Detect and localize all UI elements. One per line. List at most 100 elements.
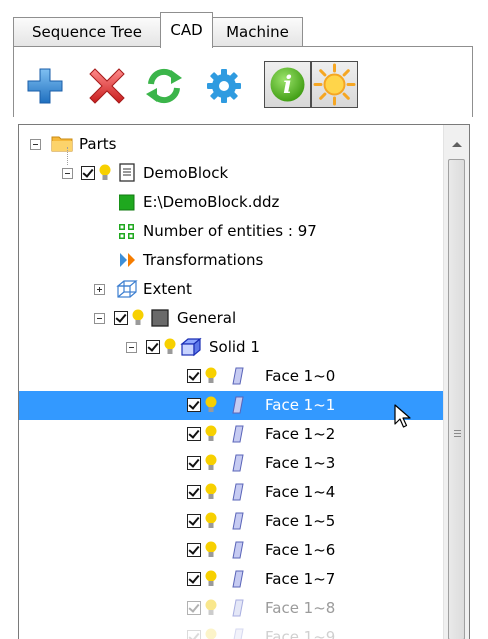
delete-icon (89, 68, 125, 104)
lightbulb-icon[interactable] (205, 395, 217, 415)
lightbulb-icon[interactable] (205, 569, 217, 589)
lightbulb-icon[interactable] (205, 540, 217, 560)
visibility-checkbox[interactable] (187, 630, 201, 639)
tree-node-label: Face 1~7 (265, 570, 336, 588)
lightbulb-icon[interactable] (205, 627, 217, 639)
visibility-checkbox[interactable] (146, 340, 160, 354)
thumb-grip (454, 430, 461, 431)
tab-machine[interactable]: Machine (212, 17, 303, 47)
tree-node-face[interactable]: Face 1~3 (19, 449, 444, 478)
tab-sequence-tree[interactable]: Sequence Tree (13, 17, 161, 47)
visibility-checkbox[interactable] (187, 543, 201, 557)
mouse-cursor-icon (394, 404, 411, 428)
refresh-button[interactable] (144, 66, 184, 106)
tree-node-face[interactable]: Face 1~0 (19, 362, 444, 391)
collapse-toggle[interactable] (62, 168, 73, 179)
toolbar: i (13, 47, 473, 117)
visibility-checkbox[interactable] (187, 514, 201, 528)
tree-node-face-selected[interactable]: Face 1~1 (19, 391, 444, 420)
collapse-toggle[interactable] (30, 139, 41, 150)
visibility-checkbox[interactable] (114, 311, 128, 325)
face-icon (232, 367, 244, 385)
tree-node-label: Face 1~5 (265, 512, 336, 530)
tree-node-transformations[interactable]: Transformations (19, 246, 444, 275)
entities-grid-icon (119, 224, 134, 239)
tree-node-label: Transformations (143, 251, 264, 269)
tab-cad[interactable]: CAD (160, 12, 213, 48)
tree-content: Parts DemoBlock E:\DemoBlock.ddz Number … (19, 125, 444, 639)
tree-node-face[interactable]: Face 1~6 (19, 536, 444, 565)
tree-node-label: General (177, 309, 237, 327)
visibility-checkbox[interactable] (187, 456, 201, 470)
solid-cube-icon (180, 337, 202, 357)
tree-node-label: Face 1~4 (265, 483, 336, 501)
lightbulb-icon[interactable] (205, 598, 217, 618)
lightbulb-icon[interactable] (132, 308, 144, 328)
visibility-checkbox[interactable] (187, 398, 201, 412)
lightbulb-icon[interactable] (164, 337, 176, 357)
lightbulb-icon[interactable] (205, 453, 217, 473)
tree-node-demoblock[interactable]: DemoBlock (19, 159, 444, 188)
face-icon (232, 541, 244, 559)
tree-node-face[interactable]: Face 1~4 (19, 478, 444, 507)
folder-icon (51, 136, 73, 152)
visibility-checkbox[interactable] (187, 572, 201, 586)
tree-node-solid[interactable]: Solid 1 (19, 333, 444, 362)
layer-swatch-icon (151, 309, 169, 327)
tree-node-extent[interactable]: Extent (19, 275, 444, 304)
tree-node-label: Face 1~8 (265, 599, 336, 617)
tree-node-label: DemoBlock (143, 164, 229, 182)
cad-tree-view[interactable]: Parts DemoBlock E:\DemoBlock.ddz Number … (18, 124, 470, 639)
document-icon (119, 163, 135, 182)
collapse-toggle[interactable] (126, 342, 137, 353)
lightbulb-icon[interactable] (205, 424, 217, 444)
expand-toggle[interactable] (94, 284, 105, 295)
transform-icon (120, 253, 135, 267)
visibility-checkbox[interactable] (187, 601, 201, 615)
extent-cube-icon (116, 280, 138, 298)
tree-node-face[interactable]: Face 1~7 (19, 565, 444, 594)
light-toggle-button[interactable] (311, 61, 358, 108)
file-square-icon (119, 194, 135, 211)
tree-node-face[interactable]: Face 1~2 (19, 420, 444, 449)
lightbulb-icon[interactable] (205, 482, 217, 502)
info-toggle-button[interactable]: i (264, 61, 311, 108)
tree-node-label: Number of entities : 97 (143, 222, 317, 240)
face-icon (232, 396, 244, 414)
tree-node-face[interactable]: Face 1~8 (19, 594, 444, 623)
tree-guide-line (67, 147, 69, 165)
visibility-checkbox[interactable] (81, 166, 95, 180)
thumb-grip (454, 433, 461, 434)
tree-node-label: Solid 1 (209, 338, 260, 356)
face-icon (232, 599, 244, 617)
tree-node-face[interactable]: Face 1~5 (19, 507, 444, 536)
scrollbar-thumb[interactable] (448, 159, 465, 639)
thumb-grip (454, 436, 461, 437)
tree-node-label: Face 1~0 (265, 367, 336, 385)
face-icon (232, 570, 244, 588)
face-icon (232, 454, 244, 472)
lightbulb-icon[interactable] (205, 511, 217, 531)
face-icon (232, 483, 244, 501)
tree-node-label: Face 1~9 (265, 628, 336, 639)
lightbulb-icon[interactable] (205, 366, 217, 386)
face-icon (232, 425, 244, 443)
tree-node-label: Face 1~6 (265, 541, 336, 559)
tree-node-face[interactable]: Face 1~9 (19, 623, 444, 639)
tree-node-parts[interactable]: Parts (19, 130, 444, 159)
lightbulb-icon[interactable] (99, 163, 111, 183)
vertical-scrollbar[interactable] (443, 125, 469, 639)
scroll-up-arrow-icon[interactable] (452, 142, 462, 147)
settings-button[interactable] (204, 66, 244, 106)
visibility-checkbox[interactable] (187, 369, 201, 383)
tree-node-entities[interactable]: Number of entities : 97 (19, 217, 444, 246)
visibility-checkbox[interactable] (187, 485, 201, 499)
tree-node-file-path[interactable]: E:\DemoBlock.ddz (19, 188, 444, 217)
visibility-checkbox[interactable] (187, 427, 201, 441)
delete-button[interactable] (87, 66, 127, 106)
tree-node-general[interactable]: General (19, 304, 444, 333)
collapse-toggle[interactable] (94, 313, 105, 324)
refresh-icon (146, 68, 182, 104)
add-button[interactable] (25, 66, 65, 106)
face-icon (232, 512, 244, 530)
